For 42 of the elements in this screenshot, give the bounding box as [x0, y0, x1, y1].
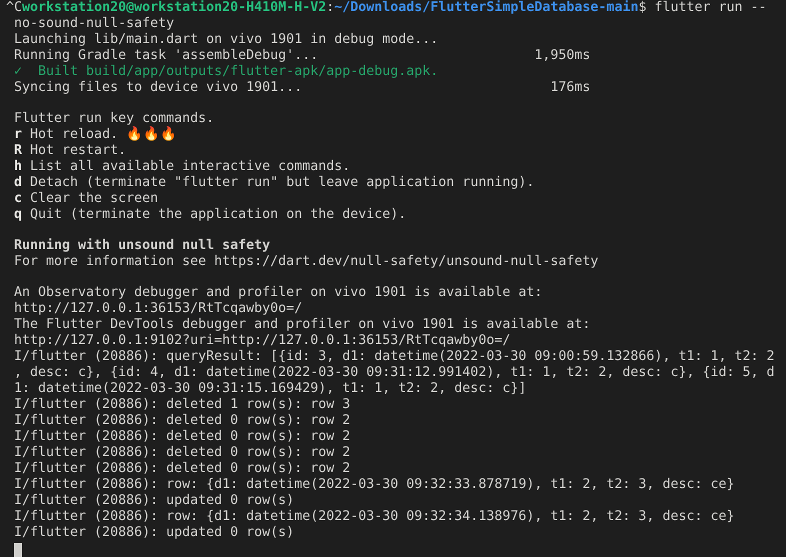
key-letter: d	[14, 175, 22, 191]
key-description: List all available interactive commands.	[30, 159, 350, 175]
prompt-separator: :	[326, 0, 334, 16]
output-line: http://127.0.0.1:36153/RtTcqawby0o=/	[14, 301, 302, 317]
output-line: I/flutter (20886): row: {d1: datetime(2022-03-30 09:32:33.878719), t1: 2, t2: 3, desc: ce}	[14, 477, 734, 493]
command-text: $ flutter run --	[638, 0, 767, 16]
output-line: I/flutter (20886): deleted 0 row(s): row 2	[14, 413, 350, 429]
key-description: Clear the screen	[30, 191, 158, 207]
output-line: I/flutter (20886): deleted 1 row(s): row 3	[14, 397, 350, 413]
prompt-user-host: workstation20@workstation20-H410M-H-V2	[22, 0, 326, 16]
output-line: Launching lib/main.dart on vivo 1901 in debug mode...	[14, 32, 438, 48]
interrupt-text: ^C	[6, 0, 22, 16]
key-letter: q	[14, 207, 22, 223]
output-line: I/flutter (20886): queryResult: [{id: 3, d1: datetime(2022-03-30 09:00:59.132866), t1: 1, t2: 2	[14, 349, 775, 365]
output-line: I/flutter (20886): updated 0 row(s)	[14, 493, 294, 509]
output-line: http://127.0.0.1:9102?uri=http://127.0.0.1:36153/RtTcqawby0o=/	[14, 333, 510, 349]
key-description: Hot restart.	[30, 143, 126, 159]
key-letter: r	[14, 127, 22, 143]
key-description: Hot reload. 🔥🔥🔥	[30, 127, 178, 143]
output-line: Flutter run key commands.	[14, 111, 214, 126]
output-line: I/flutter (20886): updated 0 row(s)	[14, 525, 294, 541]
output-line: Running Gradle task 'assembleDebug'... 1,950ms	[14, 48, 590, 64]
prompt-path: ~/Downloads/FlutterSimpleDatabase-main	[334, 0, 638, 16]
output-line: An Observatory debugger and profiler on vivo 1901 is available at:	[14, 285, 542, 301]
output-line: I/flutter (20886): deleted 0 row(s): row 2	[14, 445, 350, 461]
text-cursor	[14, 543, 22, 557]
success-message: ✓ Built build/app/outputs/flutter-apk/app-debug.apk.	[14, 64, 438, 80]
key-description: Quit (terminate the application on the device).	[30, 207, 406, 223]
output-line: 1: datetime(2022-03-30 09:31:15.169429), t1: 1, t2: 2, desc: c}]	[14, 381, 526, 397]
output-line: I/flutter (20886): row: {d1: datetime(2022-03-30 09:32:34.138976), t1: 2, t2: 3, desc: ce}	[14, 509, 734, 525]
key-letter: R	[14, 143, 22, 159]
output-line: I/flutter (20886): deleted 0 row(s): row 2	[14, 429, 350, 445]
key-letter: h	[14, 159, 22, 175]
output-line: I/flutter (20886): deleted 0 row(s): row 2	[14, 461, 350, 477]
output-line: For more information see https://dart.dev/null-safety/unsound-null-safety	[14, 254, 598, 270]
heading-text: Running with unsound null safety	[14, 238, 270, 254]
output-line: The Flutter DevTools debugger and profiler on vivo 1901 is available at:	[14, 317, 590, 333]
key-letter: c	[14, 191, 22, 207]
key-description: Detach (terminate "flutter run" but leave application running).	[30, 175, 534, 191]
output-line: no-sound-null-safety	[14, 16, 174, 32]
output-line: , desc: c}, {id: 4, d1: datetime(2022-03-30 09:31:12.991402), t1: 1, t2: 2, desc: c}, {id: 5, d	[14, 365, 775, 381]
output-line: Syncing files to device vivo 1901... 176ms	[14, 80, 590, 96]
